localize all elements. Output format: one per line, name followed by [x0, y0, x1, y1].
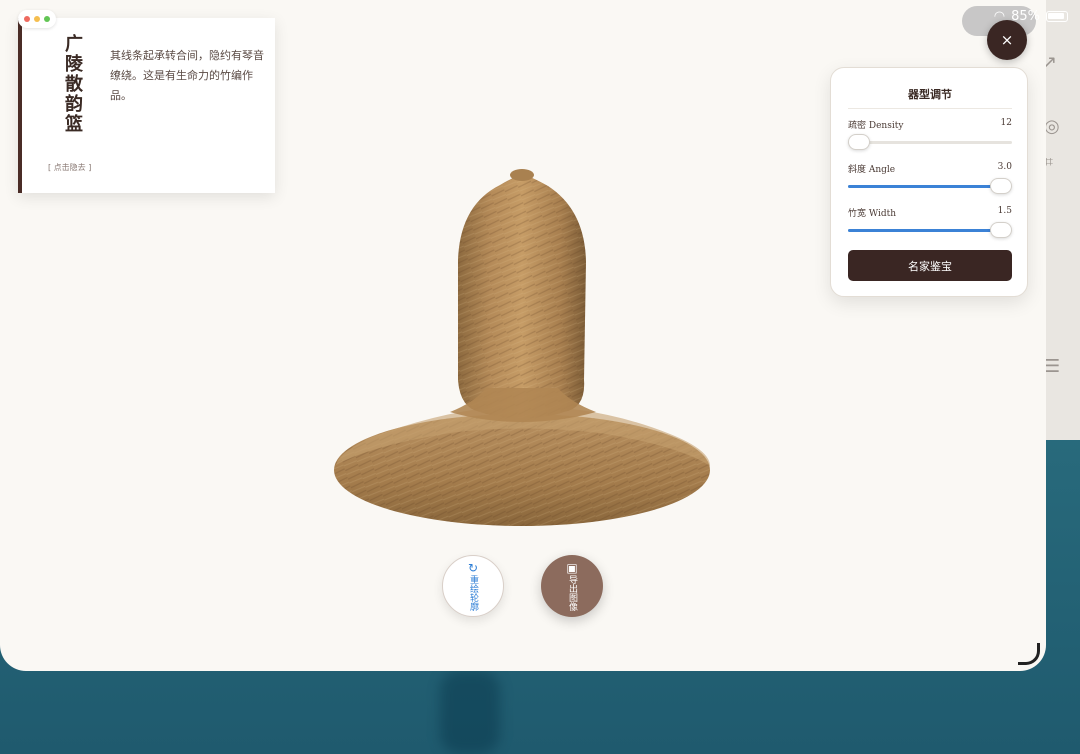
- vessel-3d-view[interactable]: [300, 150, 750, 550]
- density-label: 疏密 Density: [848, 121, 904, 131]
- redraw-label: 重绘轮廓: [468, 574, 478, 611]
- battery-icon: [1046, 10, 1068, 22]
- angle-slider-row: 斜度 Angle 3.0: [848, 162, 1012, 194]
- width-slider-fill: [848, 229, 1001, 232]
- hide-card-link[interactable]: [ 点击隐去 ]: [48, 162, 91, 173]
- zoom-window-dot[interactable]: [44, 16, 50, 22]
- width-value: 1.5: [997, 206, 1012, 216]
- minimize-window-dot[interactable]: [34, 16, 40, 22]
- background-ghost-icon: ☰: [1044, 356, 1061, 377]
- export-image-button[interactable]: ▣ 导出图像: [541, 555, 603, 617]
- woven-vessel-model: [334, 169, 710, 526]
- info-card: 广陵散韵篮 其线条起承转合间，隐约有琴音缭绕。这是有生命力的竹编作品。 [ 点击…: [18, 18, 275, 193]
- density-slider-thumb[interactable]: [848, 134, 870, 150]
- battery-percentage: 85%: [1011, 8, 1040, 24]
- vessel-top-knot: [510, 169, 534, 181]
- card-title: 广陵散韵篮: [62, 34, 83, 134]
- background-ghost-icon: ◎: [1044, 116, 1060, 137]
- background-shadow: [440, 670, 500, 754]
- angle-slider[interactable]: [848, 178, 1012, 194]
- floppy-disk-icon: ▣: [566, 560, 578, 575]
- close-button[interactable]: ×: [987, 20, 1027, 60]
- wifi-icon: ◠: [993, 8, 1006, 24]
- redraw-outline-button[interactable]: ↻ 重绘轮廓: [442, 555, 504, 617]
- density-slider-row: 疏密 Density 12: [848, 118, 1012, 150]
- resize-handle[interactable]: [1018, 643, 1040, 665]
- status-bar: ◠ 85%: [994, 6, 1068, 26]
- angle-value: 3.0: [997, 162, 1012, 172]
- refresh-icon: ↻: [467, 560, 479, 575]
- export-label: 导出图像: [567, 574, 577, 611]
- density-slider[interactable]: [848, 134, 1012, 150]
- window-traffic-lights[interactable]: [18, 10, 56, 28]
- width-slider[interactable]: [848, 222, 1012, 238]
- shape-adjust-panel: 器型调节 疏密 Density 12 斜度 Angle 3.0 竹宽 Width…: [830, 67, 1028, 297]
- width-label: 竹宽 Width: [848, 209, 897, 219]
- width-slider-thumb[interactable]: [989, 222, 1012, 238]
- panel-title: 器型调节: [848, 86, 1012, 109]
- width-slider-row: 竹宽 Width 1.5: [848, 206, 1012, 238]
- density-value: 12: [1000, 118, 1012, 128]
- angle-slider-fill: [848, 185, 1001, 188]
- angle-label: 斜度 Angle: [848, 165, 896, 175]
- close-window-dot[interactable]: [24, 16, 30, 22]
- card-description: 其线条起承转合间，隐约有琴音缭绕。这是有生命力的竹编作品。: [110, 49, 264, 102]
- appraise-button[interactable]: 名家鉴宝: [848, 250, 1012, 281]
- angle-slider-thumb[interactable]: [989, 178, 1012, 194]
